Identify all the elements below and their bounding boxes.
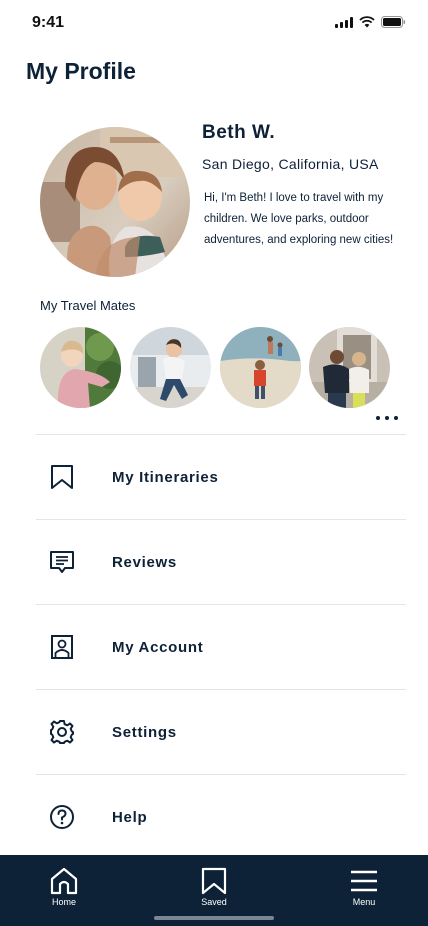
status-bar: 9:41: [0, 0, 428, 46]
menu-item-label: Reviews: [112, 553, 177, 571]
menu-item-settings[interactable]: Settings: [36, 689, 406, 774]
travel-mate-avatar[interactable]: [220, 327, 301, 408]
gear-icon: [49, 719, 75, 745]
menu-item-label: My Itineraries: [112, 468, 219, 486]
travel-mate-avatar[interactable]: [130, 327, 211, 408]
battery-icon: [381, 16, 406, 28]
menu-item-my-itineraries[interactable]: My Itineraries: [36, 434, 406, 519]
help-icon: [49, 804, 75, 830]
tab-menu[interactable]: Menu: [334, 867, 394, 907]
account-icon: [49, 634, 75, 660]
review-icon: [49, 549, 75, 575]
bookmark-icon: [201, 867, 227, 895]
profile-menu: My Itineraries Reviews My Account Settin…: [36, 434, 406, 859]
menu-item-label: Settings: [112, 723, 177, 741]
status-time: 9:41: [32, 14, 65, 31]
tab-home[interactable]: Home: [34, 867, 94, 907]
home-icon: [50, 867, 78, 895]
tab-label: Home: [51, 897, 76, 907]
travel-mates-title: My Travel Mates: [40, 298, 136, 313]
wifi-icon: [359, 16, 375, 28]
more-travel-mates-icon[interactable]: [376, 416, 398, 420]
bookmark-icon: [49, 464, 75, 490]
status-icons: [335, 16, 406, 28]
page-title: My Profile: [26, 58, 136, 84]
tab-label: Saved: [201, 897, 227, 907]
travel-mate-avatar[interactable]: [40, 327, 121, 408]
menu-item-my-account[interactable]: My Account: [36, 604, 406, 689]
profile-photo: [40, 127, 190, 277]
menu-item-reviews[interactable]: Reviews: [36, 519, 406, 604]
home-indicator: [154, 916, 274, 920]
travel-mate-avatar[interactable]: [309, 327, 390, 408]
profile-name: Beth W.: [202, 122, 276, 143]
tab-label: Menu: [352, 897, 376, 907]
menu-item-label: My Account: [112, 638, 204, 656]
profile-location: San Diego, California, USA: [202, 156, 379, 172]
menu-item-label: Help: [112, 808, 148, 826]
profile-bio: Hi, I'm Beth! I love to travel with my c…: [204, 192, 394, 246]
tab-saved[interactable]: Saved: [184, 867, 244, 907]
menu-item-help[interactable]: Help: [36, 774, 406, 859]
cellular-signal-icon: [335, 16, 353, 28]
menu-icon: [351, 870, 377, 892]
